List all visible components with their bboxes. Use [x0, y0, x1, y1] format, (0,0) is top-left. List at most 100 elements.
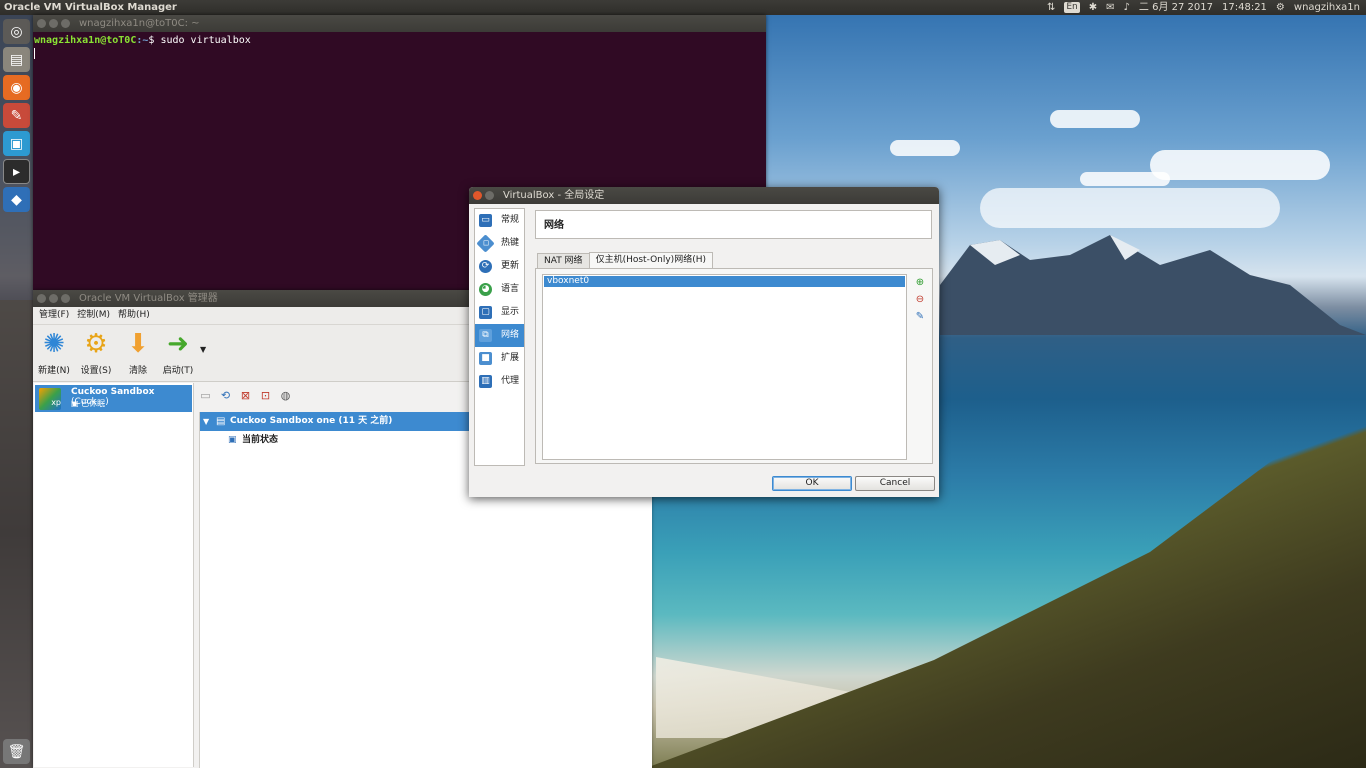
firefox-icon[interactable]: ◉ [3, 75, 30, 100]
maximize-button[interactable] [61, 294, 70, 303]
network-icon[interactable]: ⇅ [1047, 0, 1055, 15]
edit-network-icon[interactable]: ✎ [914, 311, 926, 323]
extension-icon: ■ [479, 352, 492, 365]
settings-label: 设置(S) [80, 366, 112, 376]
tab-host-only-network[interactable]: 仅主机(Host-Only)网络(H) [588, 252, 713, 269]
category-language[interactable]: ◕ 语言 [475, 278, 524, 301]
terminal-output[interactable]: wnagzihxa1n@toT0C:~$ sudo virtualbox [33, 32, 766, 60]
start-button[interactable]: ➜ 启动(T) [158, 329, 198, 376]
minimize-button[interactable] [485, 191, 494, 200]
dialog-titlebar[interactable]: VirtualBox - 全局设定 [469, 187, 939, 204]
saved-state-icon: ▣ [71, 399, 79, 408]
gear-icon[interactable]: ⚙ [1276, 0, 1285, 15]
category-label: 扩展 [501, 353, 520, 363]
ubuntu-dash-icon[interactable]: ◎ [3, 19, 30, 44]
vm-name-text: Cuckoo Sandbox [71, 387, 155, 397]
discard-arrow-icon: ⬇ [127, 329, 149, 359]
close-button[interactable] [37, 294, 46, 303]
category-network[interactable]: ⧉ 网络 [475, 324, 524, 347]
menu-machine[interactable]: 控制(M) [75, 307, 116, 324]
terminal-icon[interactable]: ▸ [3, 159, 30, 184]
terminal-titlebar[interactable]: wnagzihxa1n@toT0C: ~ [33, 15, 766, 32]
category-proxy[interactable]: ▥ 代理 [475, 370, 524, 393]
category-label: 显示 [501, 307, 520, 317]
close-button[interactable] [37, 19, 46, 28]
close-button[interactable] [473, 191, 482, 200]
update-icon: ⟳ [479, 260, 492, 273]
files-icon[interactable]: ▤ [3, 47, 30, 72]
restore-snapshot-icon[interactable]: ⟲ [218, 389, 233, 403]
network-tabs: NAT 网络 仅主机(Host-Only)网络(H) [537, 252, 713, 269]
vm-list[interactable]: xp Cuckoo Sandbox (Cuck...) ▣ 已休眠 [34, 383, 194, 767]
cancel-button[interactable]: Cancel [855, 476, 935, 491]
category-label: 热键 [501, 238, 520, 248]
take-snapshot-icon[interactable]: ▭ [198, 389, 213, 403]
new-label: 新建(N) [38, 366, 70, 376]
new-vm-button[interactable]: ✺ 新建(N) [34, 329, 74, 376]
minimize-button[interactable] [49, 19, 58, 28]
network-list-tools: ⊕ ⊖ ✎ [914, 277, 928, 328]
ok-button[interactable]: OK [772, 476, 852, 491]
menu-help[interactable]: 帮助(H) [116, 307, 156, 324]
network-list-item[interactable]: vboxnet0 [544, 276, 905, 287]
terminal-cursor [34, 47, 35, 59]
system-settings-icon[interactable]: ✎ [3, 103, 30, 128]
settings-button[interactable]: ⚙ 设置(S) [76, 329, 116, 376]
start-label: 启动(T) [162, 366, 194, 376]
prompt-path: :~ [136, 35, 149, 46]
panel-user[interactable]: wnagzihxa1n [1294, 0, 1360, 15]
current-state-label: 当前状态 [242, 435, 279, 445]
new-icon: ✺ [43, 329, 65, 359]
trash-icon[interactable]: 🗑 [3, 739, 30, 764]
bluetooth-icon[interactable]: ✱ [1089, 0, 1097, 15]
remove-network-icon[interactable]: ⊖ [914, 294, 926, 306]
active-app-title: Oracle VM VirtualBox Manager [4, 2, 177, 13]
prompt-user: wnagzihxa1n@toT0C [34, 35, 137, 46]
maximize-button[interactable] [61, 19, 70, 28]
vm-list-item[interactable]: xp Cuckoo Sandbox (Cuck...) ▣ 已休眠 [35, 385, 192, 412]
minimize-button[interactable] [49, 294, 58, 303]
windows-xp-icon: xp [39, 388, 61, 410]
host-only-network-list[interactable]: vboxnet0 [542, 274, 907, 460]
wallpaper-cloud [1150, 150, 1330, 180]
tab-nat-network[interactable]: NAT 网络 [537, 253, 590, 268]
current-state-icon: ▣ [228, 435, 237, 445]
settings-category-list: ▭ 常规 ◇ 热键 ⟳ 更新 ◕ 语言 ▢ 显示 ⧉ 网络 ■ 扩展 ▥ 代理 [474, 208, 525, 466]
virtualbox-icon[interactable]: ◆ [3, 187, 30, 212]
globe-icon: ◕ [479, 283, 492, 296]
menu-file[interactable]: 管理(F) [37, 307, 75, 324]
panel-indicators: ⇅ En ✱ ✉ ♪ 二 6月 27 2017 17:48:21 ⚙ wnagz… [1047, 0, 1360, 15]
vbm-title: Oracle VM VirtualBox 管理器 [79, 293, 218, 304]
discard-button[interactable]: ⬇ 清除 [118, 329, 158, 376]
clone-snapshot-icon[interactable]: ⊡ [258, 389, 273, 403]
wallpaper-cloud [890, 140, 960, 156]
terminal-title: wnagzihxa1n@toT0C: ~ [79, 18, 200, 29]
panel-date[interactable]: 二 6月 27 2017 [1139, 0, 1213, 15]
snapshot-name: Cuckoo Sandbox one (11 天 之前) [230, 416, 393, 426]
expand-arrow-icon[interactable]: ▼ [203, 412, 209, 431]
wallpaper-cloud [1080, 172, 1170, 186]
category-extensions[interactable]: ■ 扩展 [475, 347, 524, 370]
snapshot-details-icon[interactable]: ◍ [278, 389, 293, 403]
add-network-icon[interactable]: ⊕ [914, 277, 926, 289]
proxy-icon: ▥ [479, 375, 492, 388]
discard-label: 清除 [128, 366, 147, 376]
wallpaper-cloud [1050, 110, 1140, 128]
category-general[interactable]: ▭ 常规 [475, 209, 524, 232]
keyboard-layout-indicator[interactable]: En [1064, 2, 1080, 13]
volume-icon[interactable]: ♪ [1124, 0, 1130, 15]
category-display[interactable]: ▢ 显示 [475, 301, 524, 324]
panel-time[interactable]: 17:48:21 [1222, 0, 1267, 15]
mail-icon[interactable]: ✉ [1106, 0, 1114, 15]
category-hotkeys[interactable]: ◇ 热键 [475, 232, 524, 255]
category-label: 网络 [501, 330, 520, 340]
category-update[interactable]: ⟳ 更新 [475, 255, 524, 278]
start-arrow-icon: ➜ [167, 329, 189, 359]
delete-snapshot-icon[interactable]: ⊠ [238, 389, 253, 403]
vm-window-icon[interactable]: ▣ [3, 131, 30, 156]
category-label: 语言 [501, 284, 520, 294]
snapshot-toolbar: ▭ ⟲ ⊠ ⊡ ◍ [198, 386, 293, 406]
start-dropdown-icon[interactable]: ▼ [200, 345, 206, 354]
global-settings-dialog[interactable]: VirtualBox - 全局设定 ▭ 常规 ◇ 热键 ⟳ 更新 ◕ 语言 ▢ … [469, 187, 939, 497]
hotkey-diamond-icon: ◇ [476, 234, 495, 253]
